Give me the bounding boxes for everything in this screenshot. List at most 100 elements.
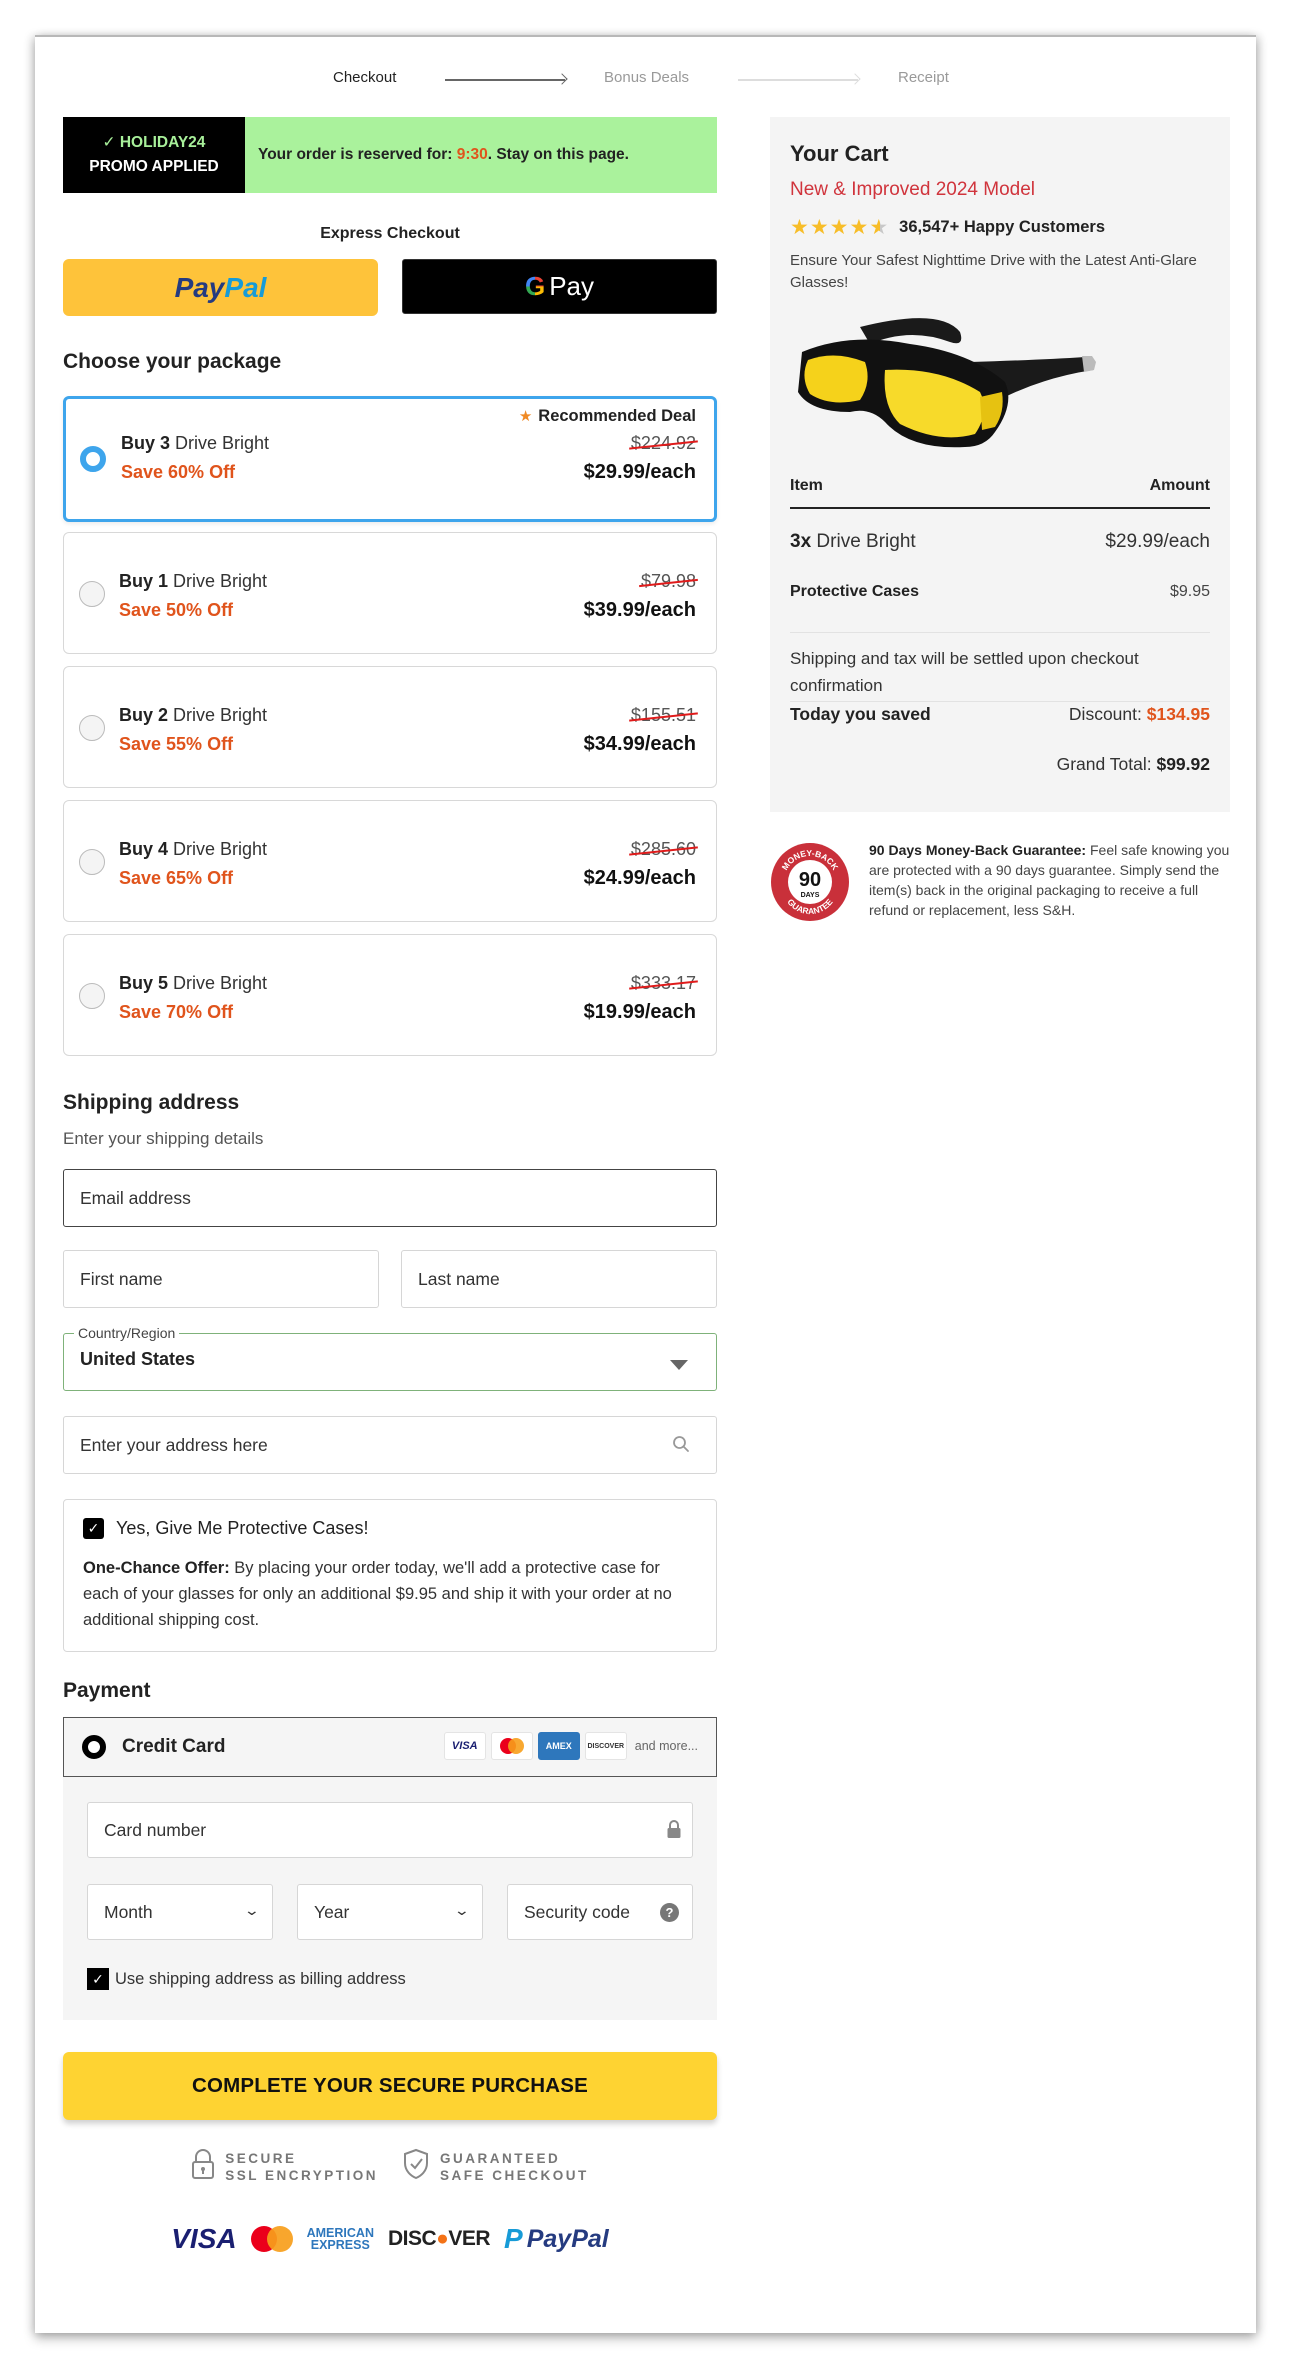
radio-selected[interactable] [82,1735,106,1759]
product-description: Ensure Your Safest Nighttime Drive with … [790,252,1197,291]
rating: ★★★★★ 36,547+ Happy Customers [790,215,1210,240]
svg-text:90: 90 [799,869,821,891]
package-option-buy-5[interactable]: Buy 5 Drive Bright Save 70% Off $333.17 … [63,934,717,1056]
paypal-button[interactable]: Pay Pal [63,259,378,316]
original-price: $155.51 [630,705,696,725]
radio-selected[interactable] [80,446,106,472]
original-price: $224.92 [630,433,696,453]
radio-unselected[interactable] [79,715,105,741]
product-image [790,312,1110,457]
step-bonus-deals: Bonus Deals [604,69,690,86]
billing-same-label: Use shipping address as billing address [115,1969,406,1988]
arrow-icon [738,79,858,81]
chevron-down-icon: ⌄ [453,1902,471,1918]
star-icon: ★ [518,408,533,425]
money-back-guarantee: 90 DAYS MONEY-BACK GUARANTEE 90 Days Mon… [770,842,1240,922]
customer-count: 36,547+ Happy Customers [899,218,1106,236]
credit-card-form: Card number Month ⌄ Year ⌄ Security code? … [63,1777,717,2020]
address-search-field[interactable]: Enter your address here [63,1416,717,1474]
country-select[interactable]: Country/Region United States [63,1325,717,1391]
discover-icon: DISCOVER [584,1732,627,1760]
country-value: United States [80,1349,196,1369]
billing-same-checkbox[interactable]: ✓ [87,1968,109,1990]
check-icon: ✓ [102,134,116,151]
payment-section-title: Payment [63,1679,151,1702]
and-more-label: and more... [634,1739,698,1753]
offer-description: One-Chance Offer: By placing your order … [83,1559,672,1629]
ssl-badge: SECURE SSL ENCRYPTION [191,2148,378,2185]
help-icon[interactable]: ? [660,1903,679,1922]
protective-cases-checkbox[interactable]: ✓ [83,1518,104,1539]
search-icon [672,1435,690,1458]
savings-label: Save 60% Off [121,462,236,482]
original-price: $79.98 [640,571,696,591]
paypal-p-icon: P [504,2223,523,2254]
card-number-field[interactable]: Card number [87,1802,693,1858]
protective-cases-offer: ✓ Yes, Give Me Protective Cases! One-Cha… [63,1499,717,1652]
checkout-form-column: ✓ HOLIDAY24 PROMO APPLIED Your order is … [63,117,717,2255]
express-checkout-buttons: Pay Pal G Pay [63,259,717,316]
paypal-logo: P PayPal [504,2223,609,2254]
discount-value: $134.95 [1146,704,1210,724]
promo-code: HOLIDAY24 [119,134,206,151]
google-g-icon: G [524,271,546,301]
svg-text:DAYS: DAYS [801,892,820,899]
checkout-progress: Checkout Bonus Deals Receipt [35,69,1256,93]
unit-price: $34.99/each [583,733,696,755]
credit-card-label: Credit Card [122,1736,226,1757]
email-field[interactable]: Email address [63,1169,717,1227]
star-rating-icon: ★★★★★ [790,216,890,239]
safe-checkout-badge: GUARANTEED SAFE CHECKOUT [402,2148,589,2185]
shipping-section-title: Shipping address [63,1091,240,1114]
package-option-buy-4[interactable]: Buy 4 Drive Bright Save 65% Off $285.60 … [63,800,717,922]
savings-label: Save 50% Off [119,600,234,620]
visa-logo: VISA [171,2223,237,2254]
last-name-field[interactable]: Last name [401,1250,717,1308]
arrow-icon [445,79,565,81]
shield-check-icon [402,2148,430,2185]
protective-cases-label: Yes, Give Me Protective Cases! [116,1518,369,1538]
cart-line-cases: Protective Cases $9.95 [790,583,1210,633]
reservation-timer: 9:30 [456,146,488,163]
promo-badge: ✓ HOLIDAY24 PROMO APPLIED [63,117,245,193]
first-name-field[interactable]: First name [63,1250,379,1308]
cart-table: Item Amount 3x Drive Bright $29.99/each P… [790,477,1210,775]
package-option-buy-1[interactable]: Buy 1 Drive Bright Save 50% Off $79.98 $… [63,532,717,654]
radio-unselected[interactable] [79,983,105,1009]
radio-unselected[interactable] [79,581,105,607]
guarantee-text: 90 Days Money-Back Guarantee: Feel safe … [869,842,1230,918]
payment-logos: VISA AMERICAN EXPRESS DISC●VER P PayPal [63,2223,717,2255]
shipping-subtitle: Enter your shipping details [63,1129,264,1148]
month-select[interactable]: Month ⌄ [87,1884,273,1940]
accepted-cards: VISA AMEX DISCOVER and more... [443,1732,698,1760]
year-select[interactable]: Year ⌄ [297,1884,483,1940]
padlock-icon [191,2148,215,2185]
express-checkout-title: Express Checkout [320,225,460,242]
chevron-down-icon: ⌄ [243,1902,261,1918]
shipping-note: Shipping and tax will be settled upon ch… [790,645,1210,702]
radio-unselected[interactable] [79,849,105,875]
package-option-buy-3[interactable]: ★ Recommended Deal Buy 3 Drive Bright Sav… [63,396,717,522]
security-code-field[interactable]: Security code? [507,1884,693,1940]
original-price: $333.17 [630,973,696,993]
column-amount: Amount [1149,477,1210,494]
trust-badges: SECURE SSL ENCRYPTION GUARANTEED SAFE CHEC… [63,2148,717,2185]
google-pay-button[interactable]: G Pay [402,259,717,314]
country-label: Country/Region [74,1325,180,1341]
credit-card-option[interactable]: Credit Card VISA AMEX DISCOVER and more.… [63,1717,717,1777]
recommended-badge: ★ Recommended Deal [518,407,696,425]
dropdown-caret-icon [670,1360,688,1370]
package-option-buy-2[interactable]: Buy 2 Drive Bright Save 55% Off $155.51 … [63,666,717,788]
guarantee-badge-icon: 90 DAYS MONEY-BACK GUARANTEE [770,842,850,922]
cart-summary: Your Cart New & Improved 2024 Model ★★★★… [770,117,1230,812]
complete-purchase-button[interactable]: COMPLETE YOUR SECURE PURCHASE [63,2052,717,2120]
reservation-message: Your order is reserved for: 9:30. Stay o… [245,117,717,193]
package-section-title: Choose your package [63,350,282,373]
savings-label: Save 70% Off [119,1002,234,1022]
savings-label: Save 55% Off [119,734,234,754]
checkout-page: Checkout Bonus Deals Receipt ✓ HOLIDAY24… [35,35,1256,2333]
unit-price: $29.99/each [583,461,696,483]
unit-price: $19.99/each [583,1001,696,1023]
promo-applied-label: PROMO APPLIED [89,158,219,175]
step-checkout: Checkout [333,69,397,86]
